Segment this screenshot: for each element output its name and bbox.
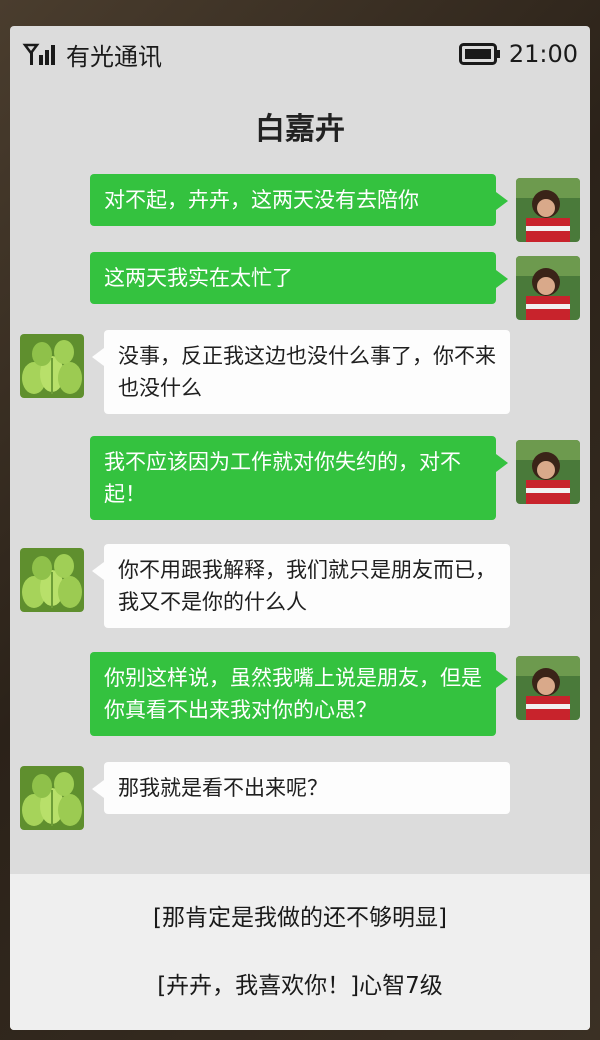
contact-avatar-icon xyxy=(20,766,84,830)
my-avatar-icon xyxy=(516,440,580,504)
carrier-name: 有光通讯 xyxy=(66,42,162,71)
battery-icon xyxy=(458,43,501,65)
status-bar: 有光通讯 21:00 xyxy=(10,26,590,82)
my-avatar-icon xyxy=(516,256,580,320)
message-bubble-sent: 这两天我实在太忙了 xyxy=(90,252,508,304)
status-left: 有光通讯 xyxy=(22,37,162,72)
message-bubble-sent: 对不起，卉卉，这两天没有去陪你 xyxy=(90,174,508,226)
reply-choices-panel: [那肯定是我做的还不够明显] [卉卉，我喜欢你！]心智7级 xyxy=(10,874,590,1030)
chat-screen: 有光通讯 21:00 白嘉卉 对不起，卉卉，这两天没有去陪你 这两天我实在太忙了… xyxy=(10,26,590,1030)
message-bubble-received: 你不用跟我解释，我们就只是朋友而已，我又不是你的什么人 xyxy=(92,544,510,628)
status-right: 21:00 xyxy=(458,40,578,68)
signal-icon xyxy=(22,41,58,67)
chat-contact-name: 白嘉卉 xyxy=(255,112,345,147)
clock-time: 21:00 xyxy=(508,40,578,68)
message-bubble-received: 没事，反正我这边也没什么事了，你不来也没什么 xyxy=(92,330,510,414)
reply-choice-1[interactable]: [那肯定是我做的还不够明显] xyxy=(10,898,590,932)
contact-avatar-icon xyxy=(20,334,84,398)
contact-avatar-icon xyxy=(20,548,84,612)
message-bubble-sent: 我不应该因为工作就对你失约的，对不起！ xyxy=(90,436,508,520)
reply-choice-2[interactable]: [卉卉，我喜欢你！]心智7级 xyxy=(10,966,590,1000)
message-bubble-sent: 你别这样说，虽然我嘴上说是朋友，但是你真看不出来我对你的心思？ xyxy=(90,652,508,736)
my-avatar-icon xyxy=(516,656,580,720)
message-bubble-received: 那我就是看不出来呢？ xyxy=(92,762,510,814)
my-avatar-icon xyxy=(516,178,580,242)
